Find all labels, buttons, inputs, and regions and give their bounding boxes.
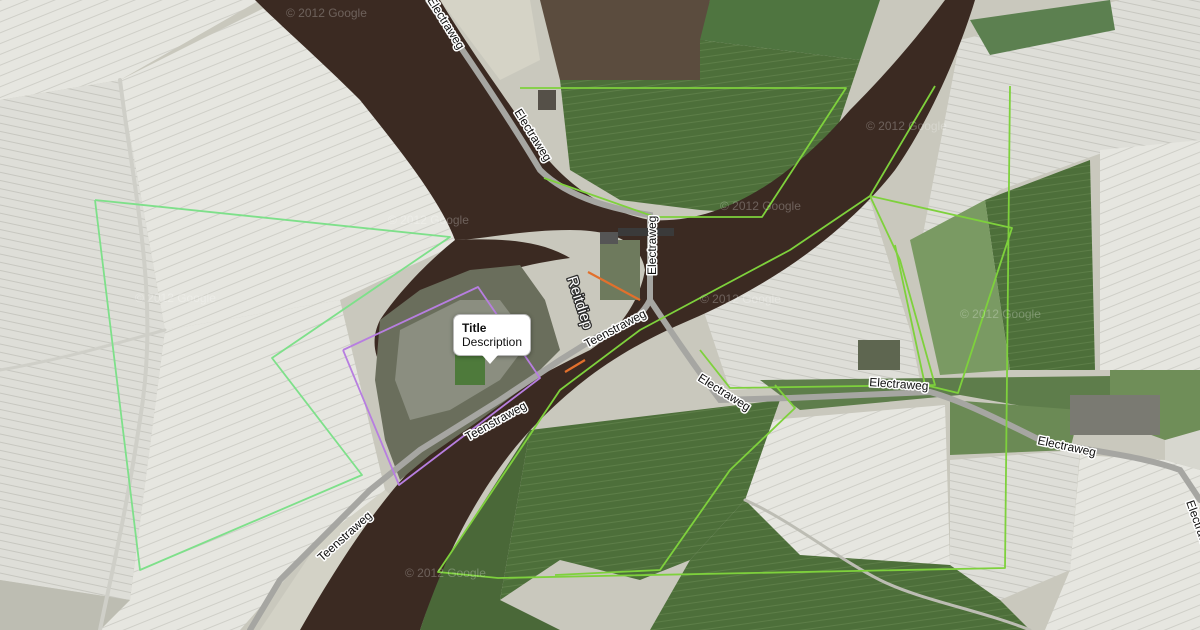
info-window[interactable]: Title Description <box>453 314 532 364</box>
watermark-4: © 2012 Google <box>388 213 469 227</box>
info-window-title: Title <box>462 321 487 335</box>
watermark-3: © 2012 Google <box>720 199 801 213</box>
info-window-pointer <box>482 355 498 364</box>
satellite-map[interactable]: © 2012 Google © 2012 Google © 2012 Googl… <box>0 0 1200 630</box>
watermark-8: © 2012 Google <box>405 566 486 580</box>
info-window-description: Description <box>462 335 523 349</box>
map-canvas[interactable]: © 2012 Google © 2012 Google © 2012 Googl… <box>0 0 1200 630</box>
watermark-5: © 2012 Google <box>135 291 216 305</box>
watermark-7: © 2012 Google <box>960 307 1041 321</box>
watermark-6: © 2012 Google <box>700 292 781 306</box>
road-label-electraweg-vertical: Electraweg <box>645 216 659 275</box>
watermark-1: © 2012 Google <box>286 6 367 20</box>
watermark-2: © 2012 Google <box>866 119 947 133</box>
